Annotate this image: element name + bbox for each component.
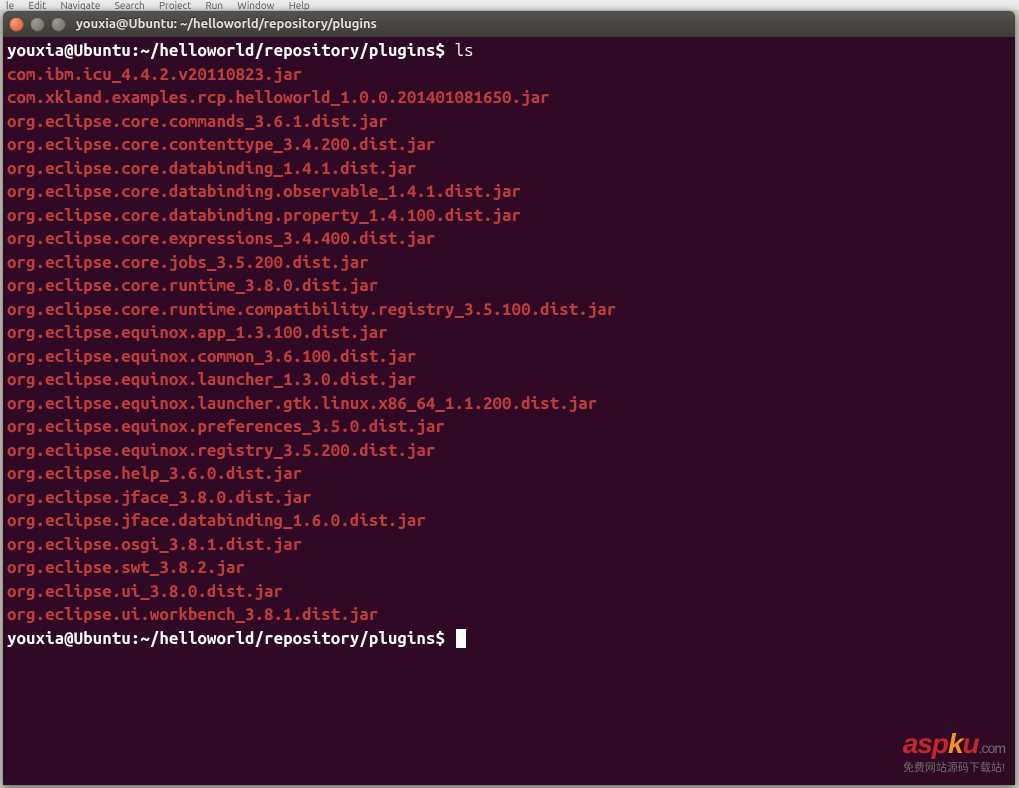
menu-item[interactable]: Window	[237, 0, 274, 11]
file-entry: com.ibm.icu_4.4.2.v20110823.jar	[7, 63, 1011, 87]
close-button[interactable]	[9, 17, 24, 32]
file-entry: com.xkland.examples.rcp.helloworld_1.0.0…	[7, 86, 1011, 110]
file-entry: org.eclipse.equinox.launcher_1.3.0.dist.…	[7, 368, 1011, 392]
prompt-user: youxia@Ubuntu	[7, 629, 131, 648]
scrollbar[interactable]	[1008, 37, 1015, 785]
prompt-dollar: $	[435, 41, 445, 60]
file-entry: org.eclipse.core.runtime_3.8.0.dist.jar	[7, 274, 1011, 298]
watermark: aspku.com 免费网站源码下载站!	[903, 732, 1005, 780]
prompt-dollar: $	[435, 629, 445, 648]
file-entry: org.eclipse.core.runtime.compatibility.r…	[7, 298, 1011, 322]
file-entry: org.eclipse.core.jobs_3.5.200.dist.jar	[7, 251, 1011, 275]
file-entry: org.eclipse.core.databinding.property_1.…	[7, 204, 1011, 228]
watermark-dotcom: .com	[979, 740, 1005, 756]
file-entry: org.eclipse.equinox.preferences_3.5.0.di…	[7, 415, 1011, 439]
file-entry: org.eclipse.jface_3.8.0.dist.jar	[7, 486, 1011, 510]
command-text: ls	[454, 41, 473, 60]
prompt-path: ~/helloworld/repository/plugins	[140, 41, 435, 60]
terminal-body[interactable]: youxia@Ubuntu:~/helloworld/repository/pl…	[3, 37, 1015, 785]
terminal-window: youxia@Ubuntu: ~/helloworld/repository/p…	[3, 11, 1015, 785]
file-entry: org.eclipse.core.databinding_1.4.1.dist.…	[7, 157, 1011, 181]
window-titlebar[interactable]: youxia@Ubuntu: ~/helloworld/repository/p…	[3, 11, 1015, 37]
prompt-colon: :	[131, 629, 141, 648]
watermark-brand-k: k	[948, 728, 963, 759]
ls-output: com.ibm.icu_4.4.2.v20110823.jarcom.xklan…	[7, 63, 1011, 627]
file-entry: org.eclipse.help_3.6.0.dist.jar	[7, 462, 1011, 486]
prompt-user: youxia@Ubuntu	[7, 41, 131, 60]
file-entry: org.eclipse.core.contenttype_3.4.200.dis…	[7, 133, 1011, 157]
prompt-colon: :	[131, 41, 141, 60]
file-entry: org.eclipse.core.commands_3.6.1.dist.jar	[7, 110, 1011, 134]
file-entry: org.eclipse.osgi_3.8.1.dist.jar	[7, 533, 1011, 557]
prompt-line: youxia@Ubuntu:~/helloworld/repository/pl…	[7, 627, 1011, 651]
file-entry: org.eclipse.swt_3.8.2.jar	[7, 556, 1011, 580]
file-entry: org.eclipse.equinox.app_1.3.100.dist.jar	[7, 321, 1011, 345]
file-entry: org.eclipse.equinox.common_3.6.100.dist.…	[7, 345, 1011, 369]
watermark-brand-u: u	[963, 728, 979, 759]
menu-item[interactable]: Edit	[28, 0, 46, 11]
ide-menubar: le Edit Navigate Search Project Run Wind…	[0, 0, 1019, 11]
watermark-brand-a: asp	[903, 728, 948, 759]
maximize-button[interactable]	[51, 17, 66, 32]
menu-item[interactable]: Project	[159, 0, 191, 11]
prompt-line: youxia@Ubuntu:~/helloworld/repository/pl…	[7, 39, 1011, 63]
file-entry: org.eclipse.core.expressions_3.4.400.dis…	[7, 227, 1011, 251]
prompt-path: ~/helloworld/repository/plugins	[140, 629, 435, 648]
file-entry: org.eclipse.core.databinding.observable_…	[7, 180, 1011, 204]
file-entry: org.eclipse.equinox.launcher.gtk.linux.x…	[7, 392, 1011, 416]
watermark-brand: aspku.com	[903, 732, 1005, 761]
file-entry: org.eclipse.ui.workbench_3.8.1.dist.jar	[7, 603, 1011, 627]
file-entry: org.eclipse.jface.databinding_1.6.0.dist…	[7, 509, 1011, 533]
menu-item[interactable]: Search	[115, 0, 145, 11]
file-entry: org.eclipse.ui_3.8.0.dist.jar	[7, 580, 1011, 604]
menu-item[interactable]: Run	[205, 0, 223, 11]
cursor	[456, 629, 466, 648]
menu-item[interactable]: Navigate	[60, 0, 100, 11]
minimize-button[interactable]	[30, 17, 45, 32]
menu-item[interactable]: le	[6, 0, 14, 11]
file-entry: org.eclipse.equinox.registry_3.5.200.dis…	[7, 439, 1011, 463]
window-title: youxia@Ubuntu: ~/helloworld/repository/p…	[76, 17, 377, 31]
watermark-subtitle: 免费网站源码下载站!	[903, 757, 1005, 781]
menu-item[interactable]: Help	[289, 0, 310, 11]
